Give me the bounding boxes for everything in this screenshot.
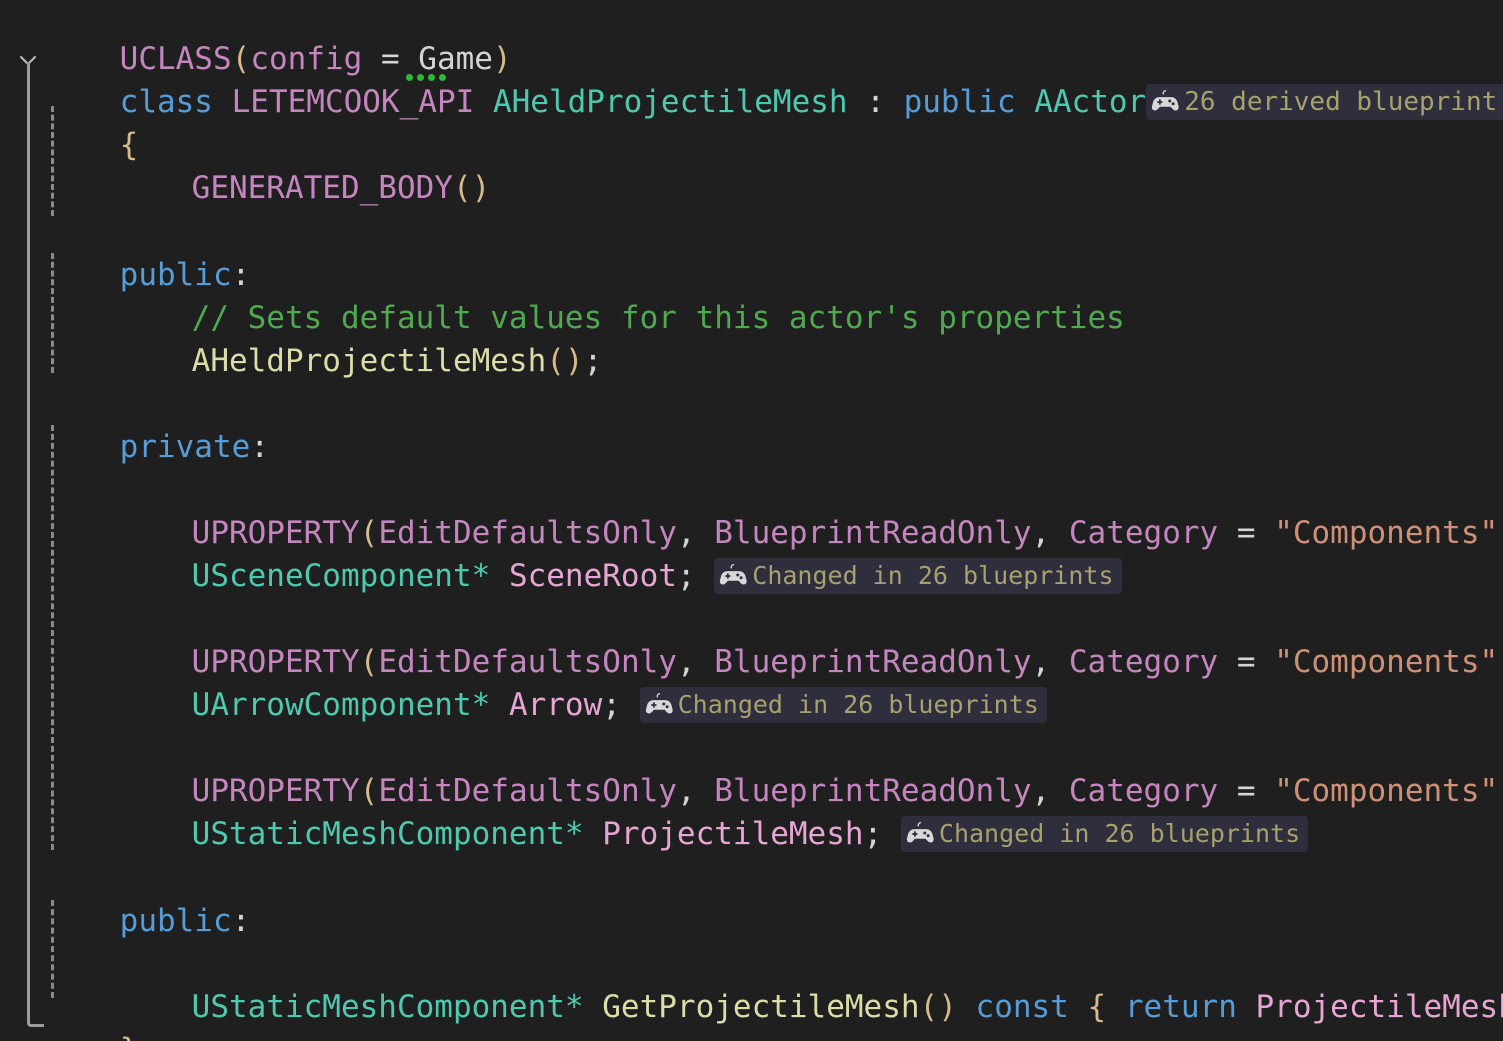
token-private-colon: : — [250, 429, 269, 465]
token-uproperty-comma3-3: , — [1498, 773, 1503, 809]
token-public-colon-2: : — [231, 903, 251, 939]
code-line-uclass: UCLASS(config = Game) — [45, 0, 512, 77]
code-line-comment: // Sets default values for this actor's … — [117, 254, 1125, 336]
codelens-projectilemesh-changed[interactable]: Changed in 26 blueprints — [900, 815, 1309, 852]
codelens-label: Changed in 26 blueprints — [677, 689, 1039, 719]
code-line-open-brace: { — [45, 81, 139, 163]
codelens-label: Changed in 26 blueprints — [938, 818, 1301, 848]
token-class-name: AHeldProjectileMesh — [492, 84, 848, 120]
token-uproperty-comma3-2: , — [1498, 644, 1503, 680]
token-projectilemesh-semicolon: ; — [863, 816, 883, 852]
token-generated-body-parens: () — [452, 170, 491, 206]
code-editor-viewport[interactable]: UCLASS(config = Game) class LETEMCOOK_AP… — [0, 0, 1503, 1041]
token-getter-name: GetProjectileMesh — [583, 989, 920, 1025]
token-category-value-1: "Components" — [1274, 515, 1499, 551]
token-uproperty-comma3-1: , — [1498, 515, 1503, 551]
token-sceneroot-type: USceneComponent* — [191, 558, 491, 594]
code-line-public-2: public: — [45, 857, 251, 939]
gamepad-icon — [906, 821, 934, 842]
codelens-derived-blueprint-classes[interactable]: 26 derived blueprint classes — [1146, 83, 1503, 120]
token-uproperty-equals-2: = — [1218, 644, 1275, 680]
token-arrow-name: Arrow — [490, 687, 603, 723]
token-arrow-semicolon: ; — [602, 687, 621, 723]
token-return-keyword: return — [1124, 989, 1237, 1025]
token-getter-open-brace: { — [1068, 989, 1125, 1025]
code-line-generated-body: GENERATED_BODY() — [117, 124, 491, 206]
token-category-2: Category — [1068, 644, 1219, 680]
code-line-member-arrow: UArrowComponent* Arrow; Changed in 26 bl… — [117, 641, 1047, 723]
token-generated-body-macro: GENERATED_BODY — [191, 170, 453, 206]
token-private-keyword: private — [119, 429, 251, 465]
chevron-down-icon[interactable] — [16, 48, 40, 72]
token-getter-return-type: UStaticMeshComponent* — [191, 989, 584, 1025]
token-constructor-semicolon: ; — [583, 343, 603, 379]
scope-bracket-guide — [27, 62, 44, 1027]
code-line-close-brace: }; — [45, 986, 157, 1041]
codelens-arrow-changed[interactable]: Changed in 26 blueprints — [639, 686, 1047, 723]
token-class-close-brace: }; — [120, 1032, 157, 1041]
token-public-keyword-2: public — [119, 903, 232, 939]
gamepad-icon — [1152, 89, 1179, 110]
token-return-value: ProjectileMesh — [1236, 989, 1503, 1025]
token-category-value-2: "Components" — [1274, 644, 1499, 680]
token-projectilemesh-type: UStaticMeshComponent* — [191, 816, 584, 852]
gamepad-icon — [645, 692, 673, 713]
token-uproperty-equals-1: = — [1218, 515, 1275, 551]
code-line-uproperty-2: UPROPERTY(EditDefaultsOnly, BlueprintRea… — [117, 598, 1503, 680]
code-line-private: private: — [45, 383, 269, 465]
token-constructor-parens: () — [546, 343, 584, 379]
token-base-class: AActor — [1015, 84, 1147, 120]
token-constructor-name: AHeldProjectileMesh — [191, 343, 547, 379]
code-line-uproperty-1: UPROPERTY(EditDefaultsOnly, BlueprintRea… — [117, 469, 1503, 551]
code-line-constructor: AHeldProjectileMesh(); — [117, 297, 603, 379]
code-line-member-projectilemesh: UStaticMeshComponent* ProjectileMesh; Ch… — [117, 770, 1309, 852]
token-arrow-type: UArrowComponent* — [191, 687, 491, 723]
token-const-keyword: const — [975, 989, 1069, 1025]
code-line-uproperty-3: UPROPERTY(EditDefaultsOnly, BlueprintRea… — [117, 727, 1503, 809]
codelens-label: 26 derived blueprint classes — [1184, 86, 1498, 117]
token-colon: : — [847, 84, 904, 120]
code-line-member-sceneroot: USceneComponent* SceneRoot; Changed in 2… — [117, 512, 1122, 594]
token-sceneroot-name: SceneRoot — [490, 558, 677, 594]
code-line-class-decl: class LETEMCOOK_API AHeldProjectileMesh … — [45, 38, 1503, 120]
token-api-macro: LETEMCOOK_API — [212, 84, 493, 120]
codelens-label: Changed in 26 blueprints — [752, 560, 1114, 590]
token-projectilemesh-name: ProjectileMesh — [583, 816, 864, 852]
token-getter-parens: () — [919, 989, 976, 1025]
gamepad-icon — [720, 563, 747, 584]
code-line-getter: UStaticMeshComponent* GetProjectileMesh(… — [117, 943, 1503, 1025]
token-sceneroot-semicolon: ; — [676, 558, 696, 594]
token-public-keyword: public — [903, 84, 1016, 120]
code-line-public-1: public: — [45, 211, 251, 293]
codelens-sceneroot-changed[interactable]: Changed in 26 blueprints — [714, 557, 1122, 594]
